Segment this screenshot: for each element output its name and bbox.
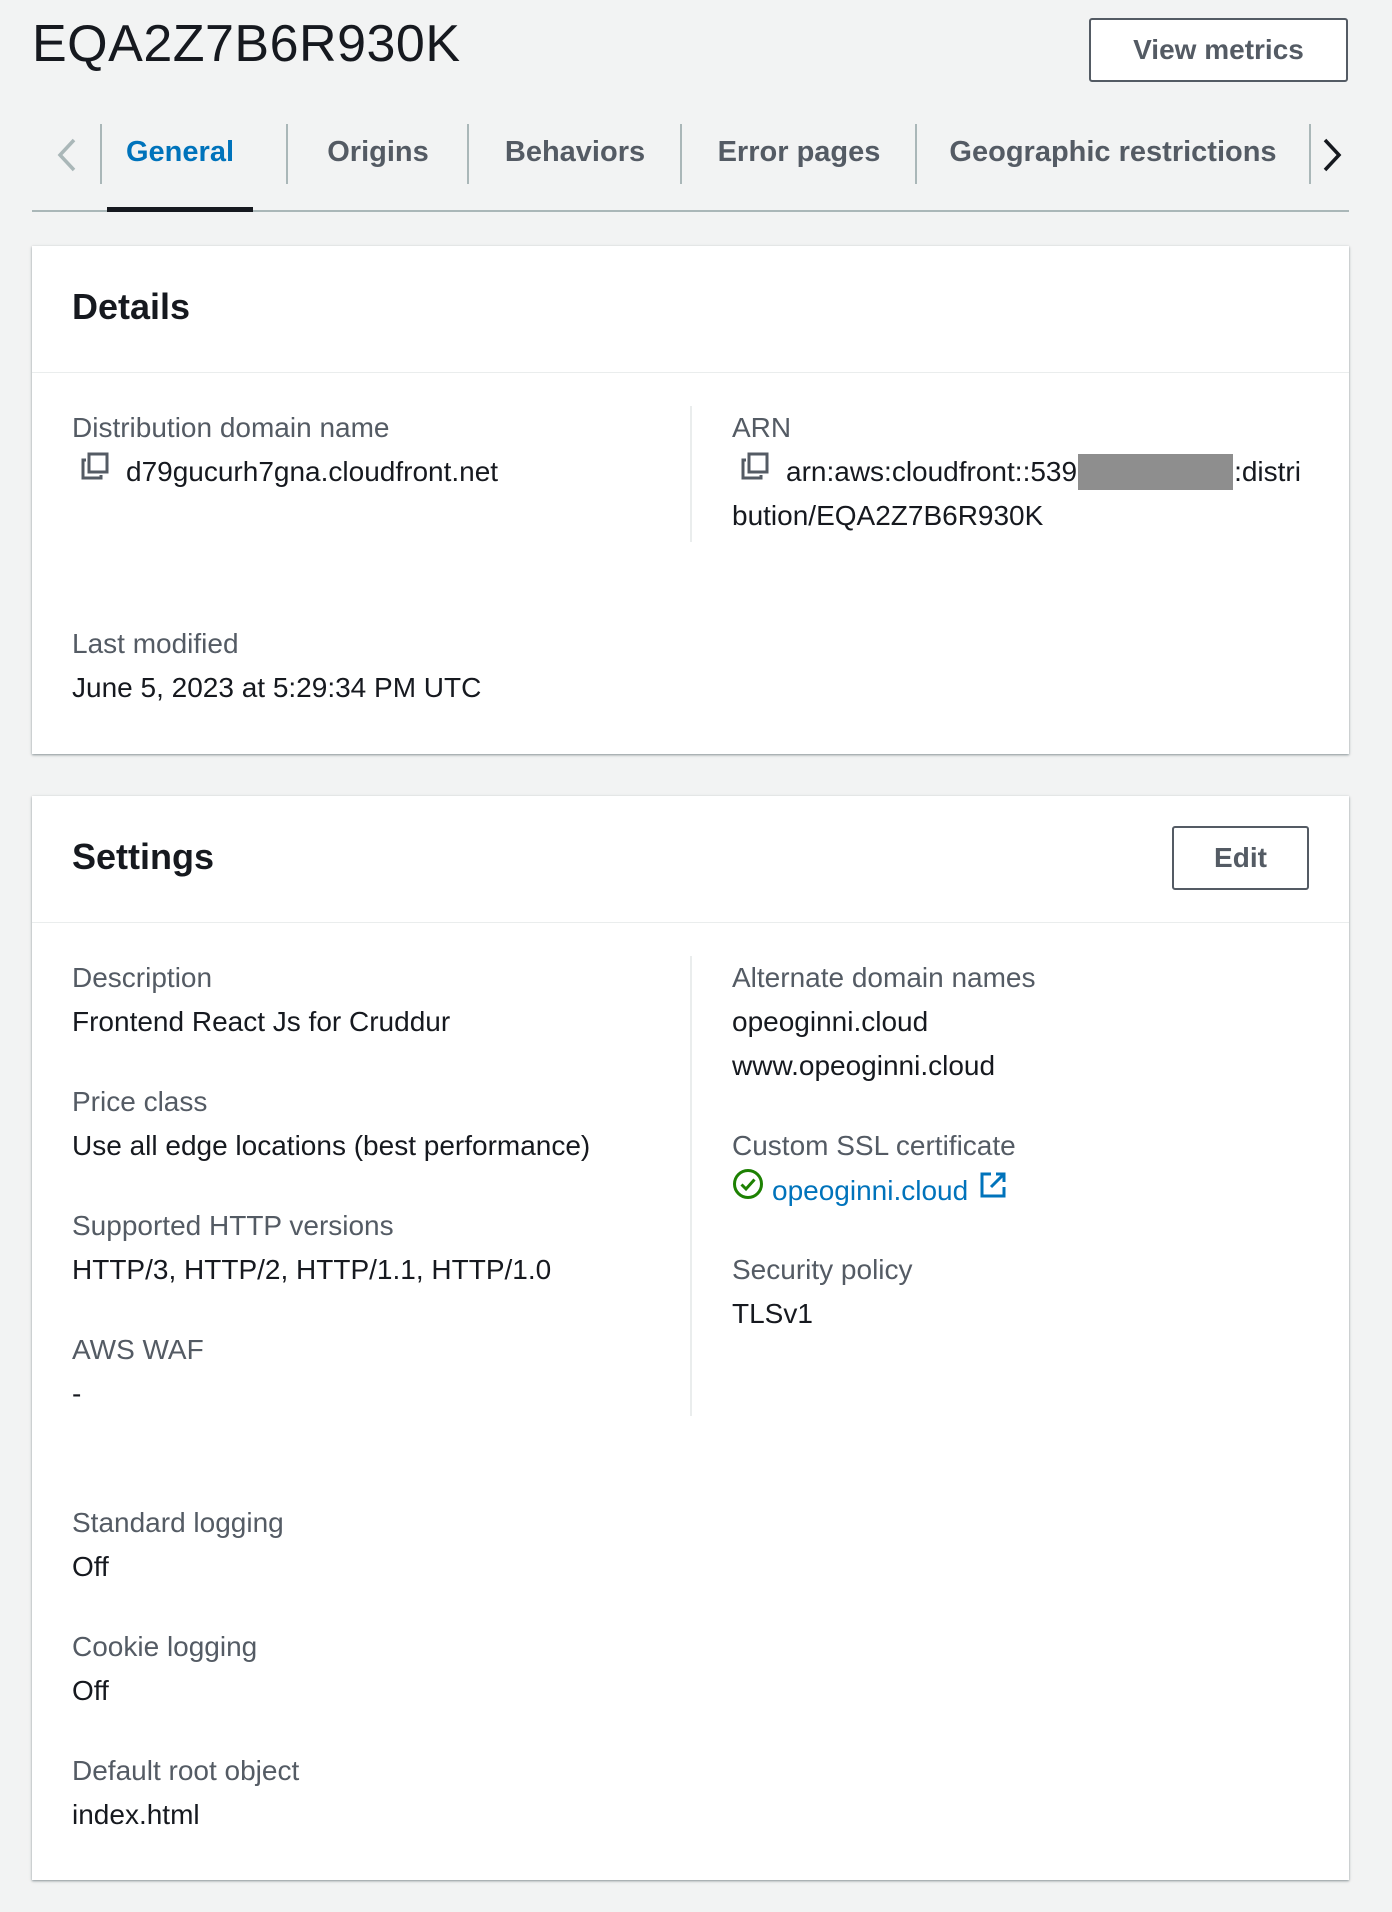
- cookie-logging-value: Off: [72, 1675, 109, 1706]
- aws-waf-field: AWS WAF -: [72, 1332, 204, 1416]
- tab-origins[interactable]: Origins: [288, 118, 468, 210]
- arn-value-line2: bution/EQA2Z7B6R930K: [732, 500, 1044, 531]
- price-class-label: Price class: [72, 1086, 208, 1117]
- aws-waf-label: AWS WAF: [72, 1334, 204, 1365]
- chevron-right-icon[interactable]: [1312, 118, 1352, 192]
- settings-panel: Settings Edit Description Frontend React…: [32, 796, 1349, 1880]
- tab-divider: [1309, 124, 1311, 184]
- price-class-field: Price class Use all edge locations (best…: [72, 1084, 590, 1168]
- default-root-object-field: Default root object index.html: [72, 1753, 299, 1837]
- alternate-domains-label: Alternate domain names: [732, 962, 1036, 993]
- tab-general-label: General: [126, 136, 234, 168]
- distribution-page: EQA2Z7B6R930K View metrics General Origi…: [0, 0, 1392, 1912]
- edit-button[interactable]: Edit: [1172, 826, 1309, 890]
- distribution-domain-label: Distribution domain name: [72, 412, 390, 443]
- standard-logging-label: Standard logging: [72, 1507, 284, 1538]
- settings-title: Settings: [72, 836, 215, 877]
- arn-field: ARN arn:aws:cloudfront::539 :distri butio…: [732, 410, 1301, 538]
- column-divider: [690, 956, 692, 1416]
- alternate-domain-item: www.opeoginni.cloud: [732, 1050, 996, 1081]
- alternate-domain-item: opeoginni.cloud: [732, 1006, 929, 1037]
- arn-suffix: :distri: [1234, 456, 1301, 487]
- arn-prefix: arn:aws:cloudfront::539: [786, 456, 1078, 487]
- chevron-left-icon[interactable]: [47, 118, 87, 192]
- settings-header: Settings Edit: [32, 796, 1349, 923]
- check-circle-icon: [732, 1168, 772, 1213]
- description-label: Description: [72, 962, 213, 993]
- column-divider: [690, 406, 692, 542]
- security-policy-label: Security policy: [732, 1254, 913, 1285]
- details-title: Details: [72, 286, 191, 327]
- http-versions-value: HTTP/3, HTTP/2, HTTP/1.1, HTTP/1.0: [72, 1254, 552, 1285]
- tab-error-pages[interactable]: Error pages: [682, 118, 916, 210]
- tab-behaviors-label: Behaviors: [504, 136, 646, 168]
- tab-behaviors[interactable]: Behaviors: [469, 118, 681, 210]
- security-policy-field: Security policy TLSv1: [732, 1252, 913, 1336]
- standard-logging-field: Standard logging Off: [72, 1505, 284, 1589]
- description-field: Description Frontend React Js for Cruddu…: [72, 960, 450, 1044]
- default-root-object-label: Default root object: [72, 1755, 300, 1786]
- cookie-logging-field: Cookie logging Off: [72, 1629, 257, 1713]
- details-header: Details: [32, 246, 1349, 373]
- price-class-value: Use all edge locations (best performance…: [72, 1130, 591, 1161]
- tab-error-pages-label: Error pages: [717, 136, 881, 168]
- last-modified-label: Last modified: [72, 628, 239, 659]
- cookie-logging-label: Cookie logging: [72, 1631, 258, 1662]
- distribution-domain-field: Distribution domain name d79gucurh7gna.c…: [72, 410, 498, 494]
- description-value: Frontend React Js for Cruddur: [72, 1006, 451, 1037]
- page-title: EQA2Z7B6R930K: [32, 15, 461, 73]
- redaction-block: [1078, 454, 1234, 490]
- security-policy-value: TLSv1: [732, 1298, 813, 1329]
- http-versions-label: Supported HTTP versions: [72, 1210, 394, 1241]
- view-metrics-button[interactable]: View metrics: [1089, 18, 1348, 82]
- http-versions-field: Supported HTTP versions HTTP/3, HTTP/2, …: [72, 1208, 551, 1292]
- standard-logging-value: Off: [72, 1551, 109, 1582]
- distribution-domain-value: d79gucurh7gna.cloudfront.net: [126, 456, 499, 487]
- ssl-certificate-label: Custom SSL certificate: [732, 1130, 1016, 1161]
- tab-divider: [100, 124, 102, 184]
- copy-icon[interactable]: [72, 450, 126, 494]
- ssl-certificate-link[interactable]: opeoginni.cloud: [772, 1169, 968, 1213]
- ssl-certificate-field: Custom SSL certificate opeoginni.cloud: [732, 1128, 1016, 1213]
- tab-general[interactable]: General: [107, 118, 253, 212]
- default-root-object-value: index.html: [72, 1799, 200, 1830]
- copy-icon[interactable]: [732, 450, 786, 494]
- aws-waf-value: -: [72, 1378, 82, 1409]
- last-modified-field: Last modified June 5, 2023 at 5:29:34 PM…: [72, 626, 481, 710]
- tab-geographic-restrictions-label: Geographic restrictions: [949, 136, 1277, 168]
- alternate-domains-field: Alternate domain names opeoginni.cloud w…: [732, 960, 1036, 1088]
- external-link-icon[interactable]: [968, 1169, 1008, 1213]
- last-modified-value: June 5, 2023 at 5:29:34 PM UTC: [72, 672, 482, 703]
- tab-origins-label: Origins: [327, 136, 429, 168]
- details-panel: Details Distribution domain name d79gucu…: [32, 246, 1349, 754]
- arn-label: ARN: [732, 412, 792, 443]
- tab-bar: General Origins Behaviors Error pages Ge…: [32, 118, 1349, 212]
- tab-geographic-restrictions[interactable]: Geographic restrictions: [917, 118, 1309, 210]
